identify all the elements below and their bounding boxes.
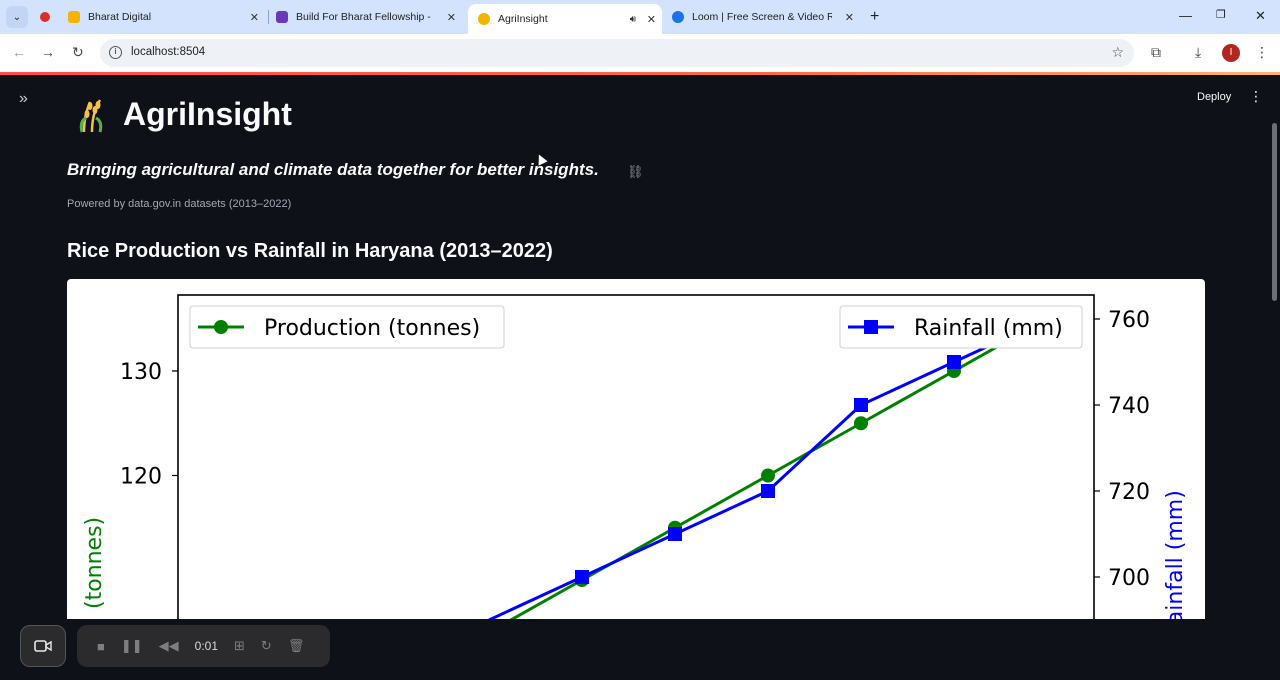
tab-build-for-bharat[interactable]: Build For Bharat Fellowship - 20 ✕ [276, 5, 462, 29]
new-tab-icon[interactable]: + [870, 8, 879, 26]
chart-canvas: 120 130 700 720 740 760 (tonnes) Rainfall (mm) P… [82, 294, 1188, 619]
left-axis-label: (tonnes) [82, 517, 107, 609]
close-tab-icon[interactable]: ✕ [647, 13, 656, 26]
right-tick-label: 760 [1108, 308, 1150, 333]
scrollbar[interactable] [1272, 123, 1277, 301]
close-tab-icon[interactable]: ✕ [447, 11, 456, 24]
tab-search-button[interactable]: ⌄ [6, 6, 28, 28]
url-text: localhost:8504 [131, 46, 206, 58]
back-icon[interactable]: ← [12, 44, 26, 60]
anchor-link-icon[interactable]: ⛓ [627, 164, 644, 180]
address-toolbar: ← → ↻ i localhost:8504 ☆ ⧉ ⤓ ⋮ [0, 34, 1280, 72]
legend-production-label: Production (tonnes) [264, 316, 480, 341]
data-source-caption: Powered by data.gov.in datasets (2013–20… [67, 198, 292, 210]
right-tick-label: 740 [1108, 394, 1150, 419]
left-tick-label: 130 [120, 360, 162, 385]
loom-recording-controls: ■ ❚❚ ◀◀ 0:01 ⊞ ↻ 🗑︎ [77, 625, 330, 667]
tab-loom[interactable]: Loom | Free Screen & Video Re ✕ [672, 5, 860, 29]
tab-title: Build For Bharat Fellowship - 20 [296, 11, 434, 23]
bookmark-star-icon[interactable]: ☆ [1111, 44, 1124, 61]
restore-icon[interactable]: ❐ [1216, 8, 1226, 21]
page-title: AgriInsight [123, 96, 292, 132]
deploy-button[interactable]: Deploy [1197, 91, 1231, 103]
rainfall-point [761, 484, 775, 498]
reload-icon[interactable]: ↻ [72, 44, 84, 61]
tab-title: AgriInsight [498, 13, 548, 25]
loom-camera-button[interactable] [20, 625, 66, 667]
legend-production-marker [214, 320, 228, 334]
tab-bharat-digital[interactable]: Bharat Digital ✕ [40, 5, 265, 29]
trash-icon[interactable]: 🗑︎ [288, 638, 305, 654]
extensions-icon[interactable]: ⧉ [1151, 44, 1161, 61]
right-axis-label: Rainfall (mm) [1163, 490, 1188, 619]
pause-icon[interactable]: ❚❚ [121, 638, 143, 654]
rainfall-point [575, 570, 589, 584]
left-tick-label: 120 [120, 465, 162, 490]
camera-icon [34, 640, 52, 652]
grid-icon[interactable]: ⊞ [234, 638, 245, 654]
address-bar[interactable]: i localhost:8504 ☆ [100, 39, 1134, 67]
browser-menu-icon[interactable]: ⋮ [1255, 44, 1269, 61]
recording-dot-icon [40, 12, 50, 22]
right-tick-label: 720 [1108, 480, 1150, 505]
tab-favicon [68, 11, 80, 23]
production-point [761, 468, 775, 483]
download-icon[interactable]: ⤓ [1195, 44, 1201, 61]
recording-time: 0:01 [194, 639, 219, 653]
site-info-icon[interactable]: i [109, 46, 122, 59]
right-tick-label: 700 [1108, 566, 1150, 591]
restart-icon[interactable]: ↻ [261, 638, 272, 654]
close-tab-icon[interactable]: ✕ [845, 11, 854, 24]
close-tab-icon[interactable]: ✕ [250, 11, 259, 24]
close-window-icon[interactable]: ✕ [1255, 8, 1266, 24]
production-point [854, 416, 868, 431]
chart-section-title: Rice Production vs Rainfall in Haryana (… [67, 240, 553, 262]
browser-tab-strip: ⌄ Bharat Digital ✕ Build For Bharat Fell… [0, 0, 1280, 34]
expand-sidebar-icon[interactable]: » [19, 90, 28, 108]
stop-icon[interactable]: ■ [97, 639, 105, 654]
tab-favicon [276, 11, 288, 23]
page-tagline: Bringing agricultural and climate data t… [67, 160, 599, 179]
rainfall-point [947, 355, 961, 369]
legend-rainfall-marker [864, 320, 878, 334]
speaker-icon[interactable]: 🔊︎ [630, 14, 636, 25]
tab-title: Loom | Free Screen & Video Re [692, 11, 832, 23]
rewind-icon[interactable]: ◀◀ [159, 638, 179, 654]
production-rainfall-chart: 120 130 700 720 740 760 (tonnes) Rainfall (mm) P… [67, 279, 1205, 619]
tab-favicon [672, 11, 684, 23]
rainfall-point [668, 527, 682, 541]
tab-agriinsight[interactable]: AgriInsight 🔊︎ ✕ [468, 4, 662, 34]
tab-favicon [478, 13, 490, 25]
tab-title: Bharat Digital [88, 11, 152, 23]
forward-icon[interactable]: → [41, 44, 55, 60]
profile-avatar[interactable]: I [1222, 44, 1240, 62]
rice-plant-icon [79, 99, 103, 133]
rainfall-point [854, 398, 868, 412]
legend-rainfall-label: Rainfall (mm) [914, 316, 1063, 341]
main-menu-icon[interactable]: ⋮ [1249, 88, 1263, 105]
minimize-icon[interactable]: — [1179, 8, 1192, 23]
